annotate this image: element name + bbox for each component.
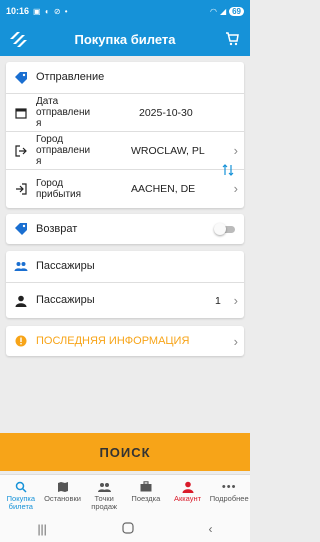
battery-icon: 69 — [229, 6, 244, 16]
return-row: Возврат — [6, 214, 244, 244]
passengers-header: Пассажиры — [6, 251, 244, 281]
nav-label: Поездка — [131, 494, 161, 503]
app-logo-icon — [0, 22, 36, 56]
departure-date-label: Дата отправлени я — [36, 96, 91, 129]
swap-cities-icon[interactable] — [222, 163, 234, 177]
nav-label: Аккаунт — [173, 494, 202, 503]
calendar-icon — [6, 107, 36, 119]
arrival-city-row[interactable]: Город прибытия AACHEN, DE › — [6, 170, 244, 207]
group-icon — [6, 261, 36, 271]
return-card: Возврат — [6, 214, 244, 244]
chevron-right-icon: › — [233, 293, 238, 308]
map-icon — [57, 480, 69, 493]
system-nav-bar: ||| ‹ — [0, 516, 250, 542]
return-label: Возврат — [36, 222, 78, 235]
latest-info-banner[interactable]: ПОСЛЕДНЯЯ ИНФОРМАЦИЯ › — [6, 326, 244, 356]
page-title: Покупка билета — [74, 31, 176, 47]
home-icon[interactable] — [122, 521, 134, 537]
departure-date-value: 2025-10-30 — [139, 106, 193, 119]
more-icon: ••• — [221, 480, 237, 493]
passengers-count: 1 — [215, 294, 221, 307]
arrival-city-value: AACHEN, DE — [131, 182, 196, 195]
notification-icons: ▣ ◐ ⊘ • — [33, 6, 69, 16]
app-bar: Покупка билета — [0, 22, 250, 56]
departure-section-title: Отправление — [36, 71, 105, 83]
signal-icon: ◢ — [219, 6, 227, 16]
exit-icon — [6, 144, 36, 157]
nav-stops[interactable]: Остановки — [42, 475, 84, 516]
passengers-section-title: Пассажиры — [36, 259, 95, 272]
search-icon — [15, 480, 27, 493]
latest-info-label: ПОСЛЕДНЯЯ ИНФОРМАЦИЯ — [36, 334, 190, 347]
departure-city-label: Город отправлени я — [36, 134, 91, 167]
chevron-right-icon: › — [233, 143, 238, 158]
wifi-icon: ◠ — [209, 6, 217, 16]
return-toggle[interactable] — [214, 223, 236, 235]
departure-date-row[interactable]: Дата отправлени я 2025-10-30 — [6, 94, 244, 131]
recent-apps-icon[interactable]: ||| — [37, 522, 46, 536]
chevron-right-icon: › — [233, 181, 238, 196]
account-icon — [182, 480, 194, 493]
cart-icon[interactable] — [214, 22, 250, 56]
briefcase-icon — [140, 480, 152, 493]
nav-label: Покупка билета — [6, 494, 36, 511]
status-time: 10:16 — [6, 6, 30, 16]
departure-city-row[interactable]: Город отправлени я WROCLAW, PL › — [6, 132, 244, 169]
search-button[interactable]: ПОИСК — [0, 433, 250, 471]
passengers-card: Пассажиры Пассажиры 1 › — [6, 251, 244, 318]
chevron-right-icon: › — [233, 333, 238, 349]
departure-card: Отправление Дата отправлени я 2025-10-30… — [6, 62, 244, 208]
back-icon[interactable]: ‹ — [209, 522, 213, 536]
nav-label: Подробнее — [209, 494, 249, 503]
nav-trip[interactable]: Поездка — [125, 475, 167, 516]
nav-buy-ticket[interactable]: Покупка билета — [0, 475, 42, 516]
nav-label: Точки продаж — [91, 494, 118, 511]
nav-more[interactable]: ••• Подробнее — [208, 475, 250, 516]
status-bar: 10:16 ▣ ◐ ⊘ • ◠ ◢ 69 — [0, 0, 250, 22]
arrival-city-label: Город прибытия — [36, 177, 82, 200]
latest-info-row: ПОСЛЕДНЯЯ ИНФОРМАЦИЯ › — [6, 326, 244, 356]
nav-label: Остановки — [44, 494, 81, 503]
people-icon — [97, 480, 111, 493]
departure-city-value: WROCLAW, PL — [131, 144, 205, 157]
bottom-nav: Покупка билета Остановки Точки продаж По… — [0, 474, 250, 516]
departure-header: Отправление — [6, 62, 244, 93]
ticket-tag-icon — [6, 223, 36, 235]
passengers-row-label: Пассажиры — [36, 294, 95, 306]
warning-icon — [6, 335, 36, 347]
enter-icon — [6, 182, 36, 195]
ticket-tag-icon — [6, 71, 36, 84]
nav-sales-points[interactable]: Точки продаж — [83, 475, 125, 516]
person-icon — [6, 295, 36, 307]
nav-account[interactable]: Аккаунт — [167, 475, 209, 516]
passengers-row[interactable]: Пассажиры 1 › — [6, 283, 244, 318]
status-right: ◠ ◢ 69 — [209, 6, 244, 16]
